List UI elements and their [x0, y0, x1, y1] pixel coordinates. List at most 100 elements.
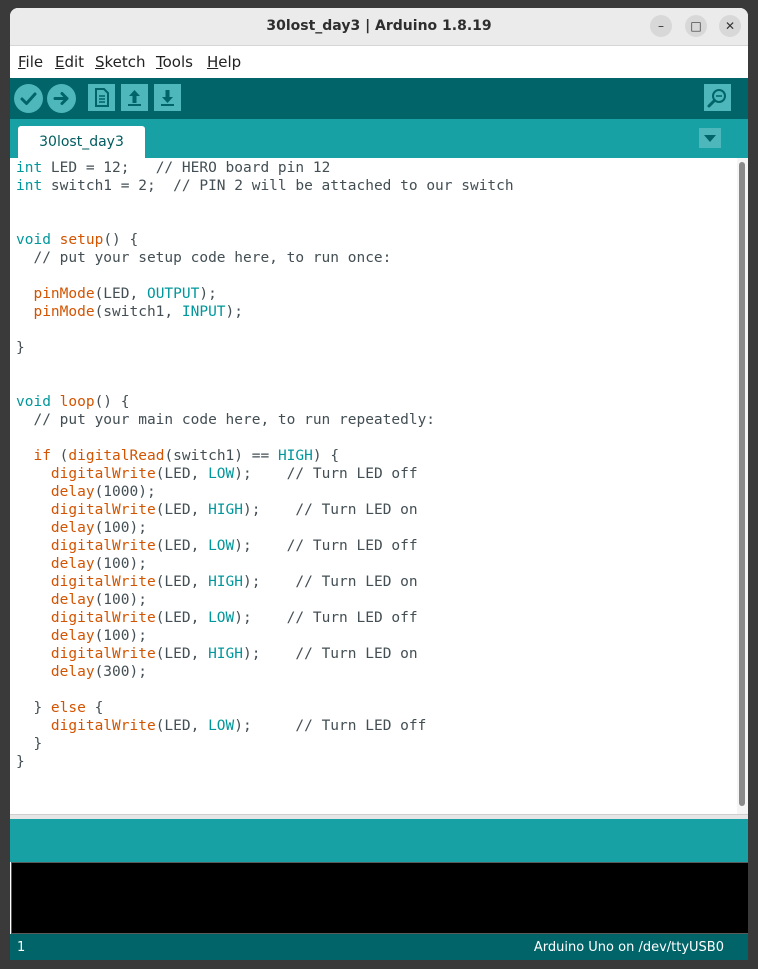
code-token: digitalWrite — [50, 574, 156, 590]
code-token: // Turn LED on — [295, 646, 418, 662]
code-token: delay — [50, 628, 95, 644]
code-token: } — [16, 754, 25, 770]
code-token: // Turn LED off — [286, 610, 418, 626]
code-token: if — [33, 448, 51, 464]
code-editor[interactable]: int LED = 12; // HERO board pin 12 int sw… — [10, 158, 748, 814]
code-token: (100); — [94, 556, 147, 572]
code-line: delay(100); — [16, 591, 514, 609]
code-line: int switch1 = 2; // PIN 2 will be attach… — [16, 177, 514, 195]
code-token: ); — [225, 304, 244, 320]
code-line: delay(100); — [16, 519, 514, 537]
code-line: delay(100); — [16, 627, 514, 645]
code-token: (1000); — [94, 484, 156, 500]
maximize-icon[interactable]: □ — [685, 15, 707, 37]
code-token: (LED, — [155, 610, 209, 626]
code-token: // Turn LED off — [295, 718, 427, 734]
code-token: pinMode — [33, 286, 95, 302]
code-token: (LED, — [94, 286, 147, 302]
new-file-icon[interactable] — [88, 84, 115, 111]
editor-scrollbar-thumb[interactable] — [739, 162, 745, 806]
code-token: digitalWrite — [50, 466, 156, 482]
code-token: loop — [59, 394, 95, 410]
code-line: } — [16, 339, 514, 357]
code-token: (100); — [94, 520, 147, 536]
menu-tools-label: ools — [162, 53, 193, 71]
code-token: ); — [199, 286, 217, 302]
code-token: (LED, — [155, 646, 209, 662]
code-text[interactable]: int LED = 12; // HERO board pin 12 int sw… — [16, 159, 514, 771]
code-token: // PIN 2 will be attached to our switch — [173, 178, 514, 194]
code-token: // put your main code here, to run repea… — [33, 412, 436, 428]
menu-edit[interactable]: Edit — [55, 53, 84, 71]
tab-sketch[interactable]: 30lost_day3 — [18, 126, 145, 158]
code-line: int LED = 12; // HERO board pin 12 — [16, 159, 514, 177]
code-token: ); — [234, 610, 287, 626]
code-token: OUTPUT — [146, 286, 200, 302]
code-token: (100); — [94, 592, 147, 608]
code-line: digitalWrite(LED, LOW); // Turn LED off — [16, 609, 514, 627]
upload-arrow-icon[interactable] — [47, 84, 76, 113]
code-token: ); — [243, 574, 296, 590]
code-token: digitalWrite — [50, 502, 156, 518]
code-token: digitalRead — [68, 448, 165, 464]
menu-sketch[interactable]: Sketch — [95, 53, 146, 71]
code-token: (300); — [94, 664, 147, 680]
code-token: } — [16, 340, 25, 356]
code-token: // Turn LED off — [286, 466, 418, 482]
code-line: delay(300); — [16, 663, 514, 681]
menu-file[interactable]: File — [18, 53, 43, 71]
code-line: if (digitalRead(switch1) == HIGH) { — [16, 447, 514, 465]
code-line: digitalWrite(LED, LOW); // Turn LED off — [16, 537, 514, 555]
menu-sketch-mnemonic: S — [95, 53, 105, 71]
code-line: } else { — [16, 699, 514, 717]
code-token: () { — [94, 394, 130, 410]
chevron-down-icon[interactable] — [699, 128, 721, 148]
code-token: } — [16, 700, 51, 716]
board-port-info: Arduino Uno on /dev/ttyUSB0 — [533, 940, 724, 955]
code-token: void — [16, 232, 51, 248]
code-token: HIGH — [208, 646, 243, 662]
code-line: digitalWrite(LED, LOW); // Turn LED off — [16, 465, 514, 483]
code-token: (switch1) == — [164, 448, 278, 464]
code-token: delay — [50, 592, 95, 608]
open-up-arrow-icon[interactable] — [121, 84, 148, 111]
close-icon[interactable]: ✕ — [719, 15, 741, 37]
minimize-icon[interactable]: – — [650, 15, 672, 37]
menu-help[interactable]: Help — [207, 53, 241, 71]
code-token: // Turn LED off — [286, 538, 418, 554]
code-line: void loop() { — [16, 393, 514, 411]
code-token: delay — [50, 664, 95, 680]
menu-bar: File Edit Sketch Tools Help — [10, 46, 748, 78]
code-token: { — [85, 700, 104, 716]
code-line: pinMode(LED, OUTPUT); — [16, 285, 514, 303]
menu-sketch-label: ketch — [104, 53, 146, 71]
code-token: ); — [243, 646, 296, 662]
serial-monitor-icon[interactable] — [704, 84, 731, 111]
code-line: pinMode(switch1, INPUT); — [16, 303, 514, 321]
console-output[interactable] — [11, 862, 748, 934]
code-token: LED = 12; — [42, 160, 156, 176]
save-down-arrow-icon[interactable] — [154, 84, 181, 111]
code-token: delay — [50, 484, 95, 500]
menu-edit-label: dit — [64, 53, 85, 71]
code-line: void setup() { — [16, 231, 514, 249]
menu-help-mnemonic: H — [207, 53, 219, 71]
code-token: ); — [234, 466, 287, 482]
menu-tools[interactable]: Tools — [156, 53, 193, 71]
code-token: delay — [50, 556, 95, 572]
verify-check-icon[interactable] — [14, 84, 43, 113]
code-line: digitalWrite(LED, HIGH); // Turn LED on — [16, 573, 514, 591]
code-token: ); — [243, 502, 296, 518]
